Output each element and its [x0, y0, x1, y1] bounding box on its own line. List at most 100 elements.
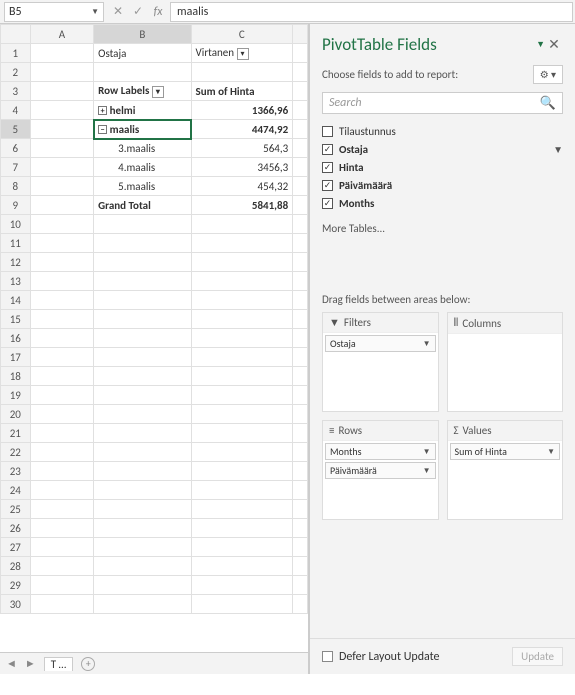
row-header[interactable]: 30: [1, 595, 31, 614]
checkbox-icon[interactable]: ✓: [322, 162, 333, 173]
row-header[interactable]: 28: [1, 557, 31, 576]
columns-area[interactable]: ⦀Columns: [447, 312, 564, 412]
row-header[interactable]: 19: [1, 386, 31, 405]
cell[interactable]: Virtanen ▾: [191, 44, 293, 63]
name-box-value: B5: [9, 5, 22, 19]
rows-area[interactable]: ≡Rows Months▼ Päivämäärä▼: [322, 420, 439, 520]
cell[interactable]: 564,3: [191, 139, 293, 158]
cell[interactable]: 4474,92: [191, 120, 293, 139]
row-header[interactable]: 4: [1, 101, 31, 120]
fx-icon[interactable]: fx: [148, 2, 168, 22]
row-header[interactable]: 17: [1, 348, 31, 367]
checkbox-icon[interactable]: ✓: [322, 198, 333, 209]
more-tables-link[interactable]: More Tables...: [310, 212, 575, 235]
chevron-down-icon[interactable]: ▼: [91, 7, 99, 17]
field-item-tilaustunnus[interactable]: Tilaustunnus: [322, 122, 563, 140]
chevron-down-icon[interactable]: ▼: [423, 447, 431, 457]
search-input[interactable]: Search 🔍: [322, 92, 563, 114]
filters-area[interactable]: ▼Filters Ostaja▼: [322, 312, 439, 412]
cell-selected[interactable]: − maalis: [94, 120, 191, 139]
row-header[interactable]: 22: [1, 443, 31, 462]
cell[interactable]: Row Labels ▾: [94, 82, 191, 101]
filter-dropdown-icon[interactable]: ▾: [152, 86, 164, 98]
pane-title: PivotTable Fields: [322, 34, 532, 55]
filter-dropdown-icon[interactable]: ▾: [237, 48, 249, 60]
row-header[interactable]: 1: [1, 44, 31, 63]
cell[interactable]: Ostaja: [94, 44, 191, 63]
sheet-tab[interactable]: T …: [44, 657, 73, 671]
checkbox-icon[interactable]: ✓: [322, 180, 333, 191]
row-header[interactable]: 14: [1, 291, 31, 310]
cell[interactable]: 1366,96: [191, 101, 293, 120]
cell[interactable]: 454,32: [191, 177, 293, 196]
area-pill-ostaja[interactable]: Ostaja▼: [325, 335, 436, 352]
new-sheet-button[interactable]: +: [81, 657, 95, 671]
row-header[interactable]: 25: [1, 500, 31, 519]
formula-value: maalis: [177, 5, 208, 19]
cell[interactable]: Sum of Hinta: [191, 82, 293, 101]
collapse-icon[interactable]: −: [98, 125, 107, 134]
row-header[interactable]: 8: [1, 177, 31, 196]
values-area[interactable]: ΣValues Sum of Hinta▼: [447, 420, 564, 520]
cell[interactable]: 5.maalis: [94, 177, 191, 196]
row-header[interactable]: 3: [1, 82, 31, 101]
row-header[interactable]: 6: [1, 139, 31, 158]
row-header[interactable]: 2: [1, 63, 31, 82]
row-header[interactable]: 21: [1, 424, 31, 443]
row-header[interactable]: 23: [1, 462, 31, 481]
cell[interactable]: + helmi: [94, 101, 191, 120]
checkbox-icon[interactable]: [322, 126, 333, 137]
row-header[interactable]: 29: [1, 576, 31, 595]
defer-label: Defer Layout Update: [339, 650, 440, 664]
row-header[interactable]: 11: [1, 234, 31, 253]
area-pill-months[interactable]: Months▼: [325, 443, 436, 460]
row-header[interactable]: 12: [1, 253, 31, 272]
grid[interactable]: A B C 1 Ostaja Virtanen ▾ 2 3 Row Labels…: [0, 24, 308, 652]
area-pill-sum-hinta[interactable]: Sum of Hinta▼: [450, 443, 561, 460]
col-header-a[interactable]: A: [30, 25, 94, 44]
row-header[interactable]: 13: [1, 272, 31, 291]
area-pill-paivamaara[interactable]: Päivämäärä▼: [325, 462, 436, 479]
field-item-paivamaara[interactable]: ✓Päivämäärä: [322, 176, 563, 194]
expand-icon[interactable]: +: [98, 106, 107, 115]
cell[interactable]: 4.maalis: [94, 158, 191, 177]
row-header[interactable]: 27: [1, 538, 31, 557]
chevron-down-icon[interactable]: ▼: [423, 339, 431, 349]
rows-area-icon: ≡: [329, 424, 334, 437]
cancel-formula-button: ✕: [108, 2, 128, 22]
row-header[interactable]: 10: [1, 215, 31, 234]
cell[interactable]: Grand Total: [94, 196, 191, 215]
gear-icon[interactable]: ⚙ ▾: [533, 65, 563, 84]
field-item-months[interactable]: ✓Months: [322, 194, 563, 212]
cell[interactable]: 3.maalis: [94, 139, 191, 158]
columns-area-icon: ⦀: [454, 316, 459, 330]
col-header-b[interactable]: B: [94, 25, 191, 44]
col-header-c[interactable]: C: [191, 25, 293, 44]
select-all-corner[interactable]: [1, 25, 31, 44]
field-item-hinta[interactable]: ✓Hinta: [322, 158, 563, 176]
chevron-down-icon[interactable]: ▼: [423, 466, 431, 476]
formula-input[interactable]: maalis: [170, 2, 573, 22]
row-header[interactable]: 16: [1, 329, 31, 348]
pane-menu-icon[interactable]: ▼: [536, 39, 545, 50]
row-header[interactable]: 18: [1, 367, 31, 386]
checkbox-icon[interactable]: ✓: [322, 144, 333, 155]
chevron-down-icon[interactable]: ▼: [547, 447, 555, 457]
tab-nav-next-icon[interactable]: ►: [25, 657, 36, 670]
cell[interactable]: 3456,3: [191, 158, 293, 177]
tab-nav-prev-icon[interactable]: ◄: [6, 657, 17, 670]
row-header[interactable]: 24: [1, 481, 31, 500]
close-icon[interactable]: ✕: [545, 36, 563, 53]
field-item-ostaja[interactable]: ✓Ostaja▼: [322, 140, 563, 158]
row-header[interactable]: 5: [1, 120, 31, 139]
row-header[interactable]: 7: [1, 158, 31, 177]
areas-label: Drag fields between areas below:: [310, 285, 575, 312]
row-header[interactable]: 15: [1, 310, 31, 329]
defer-checkbox[interactable]: [322, 651, 333, 662]
filter-icon: ▼: [553, 143, 563, 156]
row-header[interactable]: 9: [1, 196, 31, 215]
row-header[interactable]: 26: [1, 519, 31, 538]
name-box[interactable]: B5 ▼: [4, 2, 104, 22]
row-header[interactable]: 20: [1, 405, 31, 424]
cell[interactable]: 5841,88: [191, 196, 293, 215]
